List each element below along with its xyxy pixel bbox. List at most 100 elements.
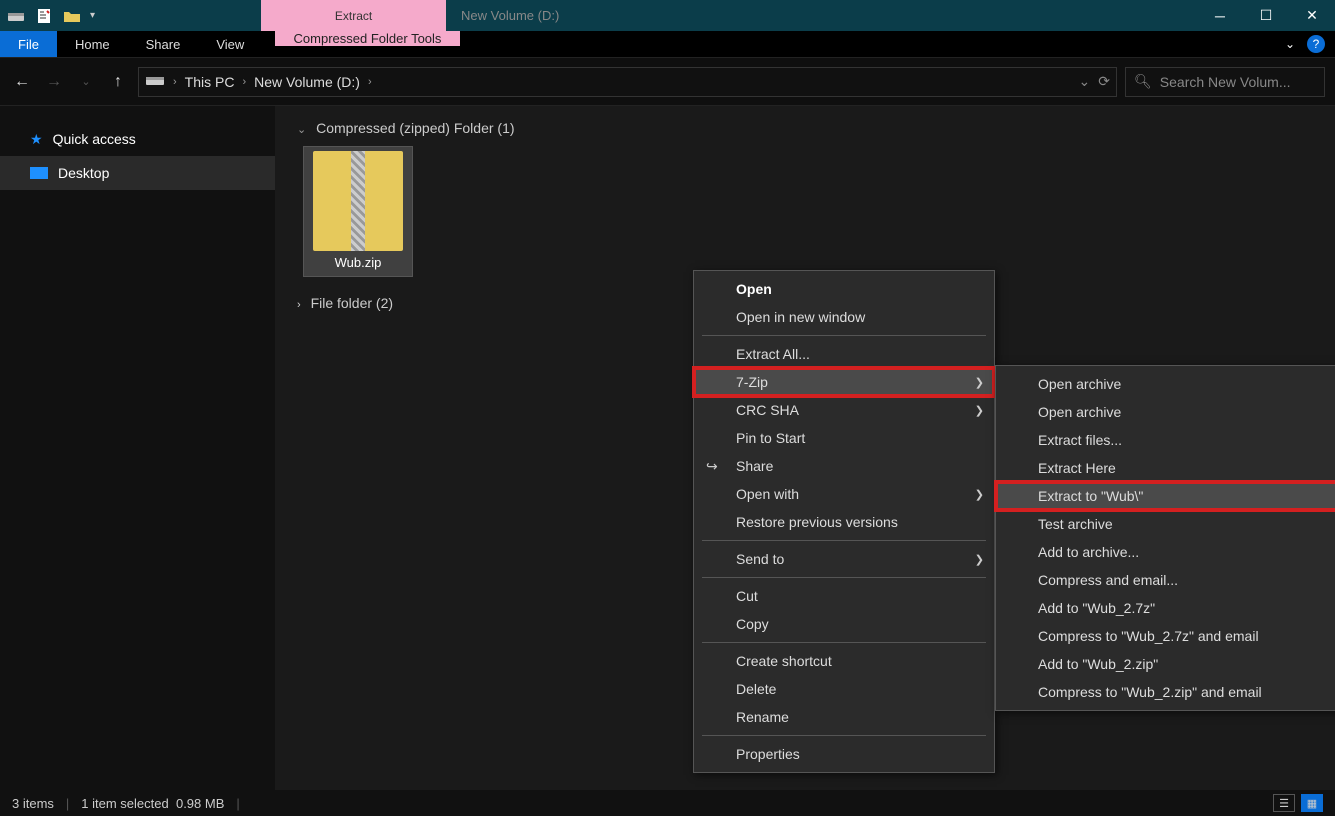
sub-item-open-archive[interactable]: Open archive❯ bbox=[996, 398, 1335, 426]
context-separator bbox=[702, 577, 986, 578]
breadcrumb-volume[interactable]: New Volume (D:) bbox=[254, 74, 360, 90]
address-bar[interactable]: › This PC › New Volume (D:) › ⌄ ⟳ bbox=[138, 67, 1117, 97]
menu-item-label: Compress to "Wub_2.zip" and email bbox=[1038, 684, 1262, 700]
context-separator bbox=[702, 642, 986, 643]
menu-item-label: Add to "Wub_2.7z" bbox=[1038, 600, 1155, 616]
status-item-count: 3 items bbox=[12, 796, 54, 811]
ctx-item-7-zip[interactable]: 7-Zip ❯ bbox=[694, 368, 994, 396]
back-button[interactable]: ← bbox=[10, 70, 34, 94]
menu-item-label: Test archive bbox=[1038, 516, 1113, 532]
sub-item-add-to-archive[interactable]: Add to archive... bbox=[996, 538, 1335, 566]
sub-item-compress-to-wub-2-7z-and-email[interactable]: Compress to "Wub_2.7z" and email bbox=[996, 622, 1335, 650]
sub-item-add-to-wub-2-7z[interactable]: Add to "Wub_2.7z" bbox=[996, 594, 1335, 622]
zip-folder-icon bbox=[313, 151, 403, 251]
chevron-right-icon[interactable]: › bbox=[368, 76, 372, 88]
ribbon-tab-home[interactable]: Home bbox=[57, 31, 128, 57]
forward-button[interactable]: → bbox=[42, 70, 66, 94]
recent-locations-icon[interactable]: ⌄ bbox=[74, 70, 98, 94]
menu-item-label: Extract to "Wub\" bbox=[1038, 488, 1143, 504]
ctx-item-copy[interactable]: Copy bbox=[694, 610, 994, 638]
group-header-zip[interactable]: ⌄ Compressed (zipped) Folder (1) bbox=[289, 120, 1321, 136]
sub-item-extract-here[interactable]: Extract Here bbox=[996, 454, 1335, 482]
chevron-down-icon: ⌄ bbox=[297, 124, 306, 136]
statusbar: 3 items | 1 item selected 0.98 MB | ☰ ▦ bbox=[0, 790, 1335, 816]
ribbon-file-tab[interactable]: File bbox=[0, 31, 57, 57]
ctx-item-open-with[interactable]: Open with ❯ bbox=[694, 480, 994, 508]
ctx-item-extract-all[interactable]: Extract All... bbox=[694, 340, 994, 368]
menu-item-label: Send to bbox=[736, 551, 784, 567]
ctx-item-rename[interactable]: Rename bbox=[694, 703, 994, 731]
address-dropdown-icon[interactable]: ⌄ bbox=[1079, 73, 1091, 90]
sub-item-open-archive[interactable]: Open archive bbox=[996, 370, 1335, 398]
search-placeholder: Search New Volum... bbox=[1160, 74, 1291, 90]
status-selected: 1 item selected 0.98 MB bbox=[81, 796, 224, 811]
menu-item-label: Create shortcut bbox=[736, 653, 832, 669]
content-pane[interactable]: ⌄ Compressed (zipped) Folder (1) Wub.zip… bbox=[275, 106, 1335, 790]
close-button[interactable]: ✕ bbox=[1289, 0, 1335, 31]
minimize-button[interactable]: ─ bbox=[1197, 0, 1243, 31]
menu-item-label: Extract All... bbox=[736, 346, 810, 362]
sub-item-add-to-wub-2-zip[interactable]: Add to "Wub_2.zip" bbox=[996, 650, 1335, 678]
sub-item-test-archive[interactable]: Test archive bbox=[996, 510, 1335, 538]
ctx-item-delete[interactable]: Delete bbox=[694, 675, 994, 703]
chevron-right-icon: ❯ bbox=[975, 553, 984, 566]
ctx-item-cut[interactable]: Cut bbox=[694, 582, 994, 610]
ctx-item-restore-previous-versions[interactable]: Restore previous versions bbox=[694, 508, 994, 536]
properties-icon[interactable] bbox=[34, 6, 54, 26]
file-item-wub-zip[interactable]: Wub.zip bbox=[303, 146, 413, 277]
breadcrumb-this-pc[interactable]: This PC bbox=[185, 74, 235, 90]
context-separator bbox=[702, 540, 986, 541]
ctx-item-create-shortcut[interactable]: Create shortcut bbox=[694, 647, 994, 675]
ribbon-tab-compressed-tools[interactable]: Compressed Folder Tools bbox=[275, 31, 460, 46]
sub-item-compress-and-email[interactable]: Compress and email... bbox=[996, 566, 1335, 594]
chevron-right-icon: ❯ bbox=[975, 404, 984, 417]
context-separator bbox=[702, 735, 986, 736]
chevron-right-icon[interactable]: › bbox=[173, 76, 177, 88]
chevron-right-icon: ❯ bbox=[975, 376, 984, 389]
menu-item-label: Add to "Wub_2.zip" bbox=[1038, 656, 1158, 672]
share-icon: ↪ bbox=[706, 458, 718, 475]
window-controls: ─ ☐ ✕ bbox=[1197, 0, 1335, 31]
maximize-button[interactable]: ☐ bbox=[1243, 0, 1289, 31]
menu-item-label: Compress and email... bbox=[1038, 572, 1178, 588]
search-input[interactable]: 🔍︎ Search New Volum... bbox=[1125, 67, 1325, 97]
chevron-right-icon: ❯ bbox=[975, 488, 984, 501]
ctx-item-send-to[interactable]: Send to ❯ bbox=[694, 545, 994, 573]
menu-item-label: Open bbox=[736, 281, 772, 297]
menu-item-label: Cut bbox=[736, 588, 758, 604]
up-button[interactable]: ↑ bbox=[106, 70, 130, 94]
menu-item-label: Rename bbox=[736, 709, 789, 725]
menu-item-label: Share bbox=[736, 458, 773, 474]
menu-item-label: Copy bbox=[736, 616, 769, 632]
ctx-item-properties[interactable]: Properties bbox=[694, 740, 994, 768]
ctx-item-pin-to-start[interactable]: Pin to Start bbox=[694, 424, 994, 452]
new-folder-icon[interactable] bbox=[62, 6, 82, 26]
large-icons-view-button[interactable]: ▦ bbox=[1301, 794, 1323, 812]
menu-item-label: Properties bbox=[736, 746, 800, 762]
menu-item-label: Extract files... bbox=[1038, 432, 1122, 448]
menu-item-label: Open archive bbox=[1038, 404, 1121, 420]
contextual-tab-extract[interactable]: Extract bbox=[261, 0, 446, 31]
sub-item-extract-files[interactable]: Extract files... bbox=[996, 426, 1335, 454]
ctx-item-open[interactable]: Open bbox=[694, 275, 994, 303]
sidebar-item-desktop[interactable]: Desktop bbox=[0, 156, 275, 190]
ctx-item-share[interactable]: ↪ Share bbox=[694, 452, 994, 480]
ctx-item-crc-sha[interactable]: CRC SHA❯ bbox=[694, 396, 994, 424]
ribbon-expand-icon[interactable]: ⌄ bbox=[1285, 37, 1295, 51]
chevron-right-icon[interactable]: › bbox=[242, 76, 246, 88]
sidebar-item-label: Desktop bbox=[58, 165, 109, 181]
sidebar-item-label: Quick access bbox=[53, 131, 136, 147]
qat-dropdown-icon[interactable]: ▾ bbox=[90, 10, 95, 21]
sub-item-extract-to-wub[interactable]: Extract to "Wub\" bbox=[996, 482, 1335, 510]
help-icon[interactable]: ? bbox=[1307, 35, 1325, 53]
details-view-button[interactable]: ☰ bbox=[1273, 794, 1295, 812]
ribbon-tab-view[interactable]: View bbox=[198, 31, 262, 57]
sub-item-compress-to-wub-2-zip-and-email[interactable]: Compress to "Wub_2.zip" and email bbox=[996, 678, 1335, 706]
menu-item-label: 7-Zip bbox=[736, 374, 768, 390]
sidebar-item-quick-access[interactable]: ★ Quick access bbox=[0, 122, 275, 156]
menu-item-label: Open with bbox=[736, 486, 799, 502]
refresh-icon[interactable]: ⟳ bbox=[1098, 73, 1110, 90]
search-icon: 🔍︎ bbox=[1134, 73, 1152, 90]
ctx-item-open-in-new-window[interactable]: Open in new window bbox=[694, 303, 994, 331]
ribbon-tab-share[interactable]: Share bbox=[128, 31, 199, 57]
